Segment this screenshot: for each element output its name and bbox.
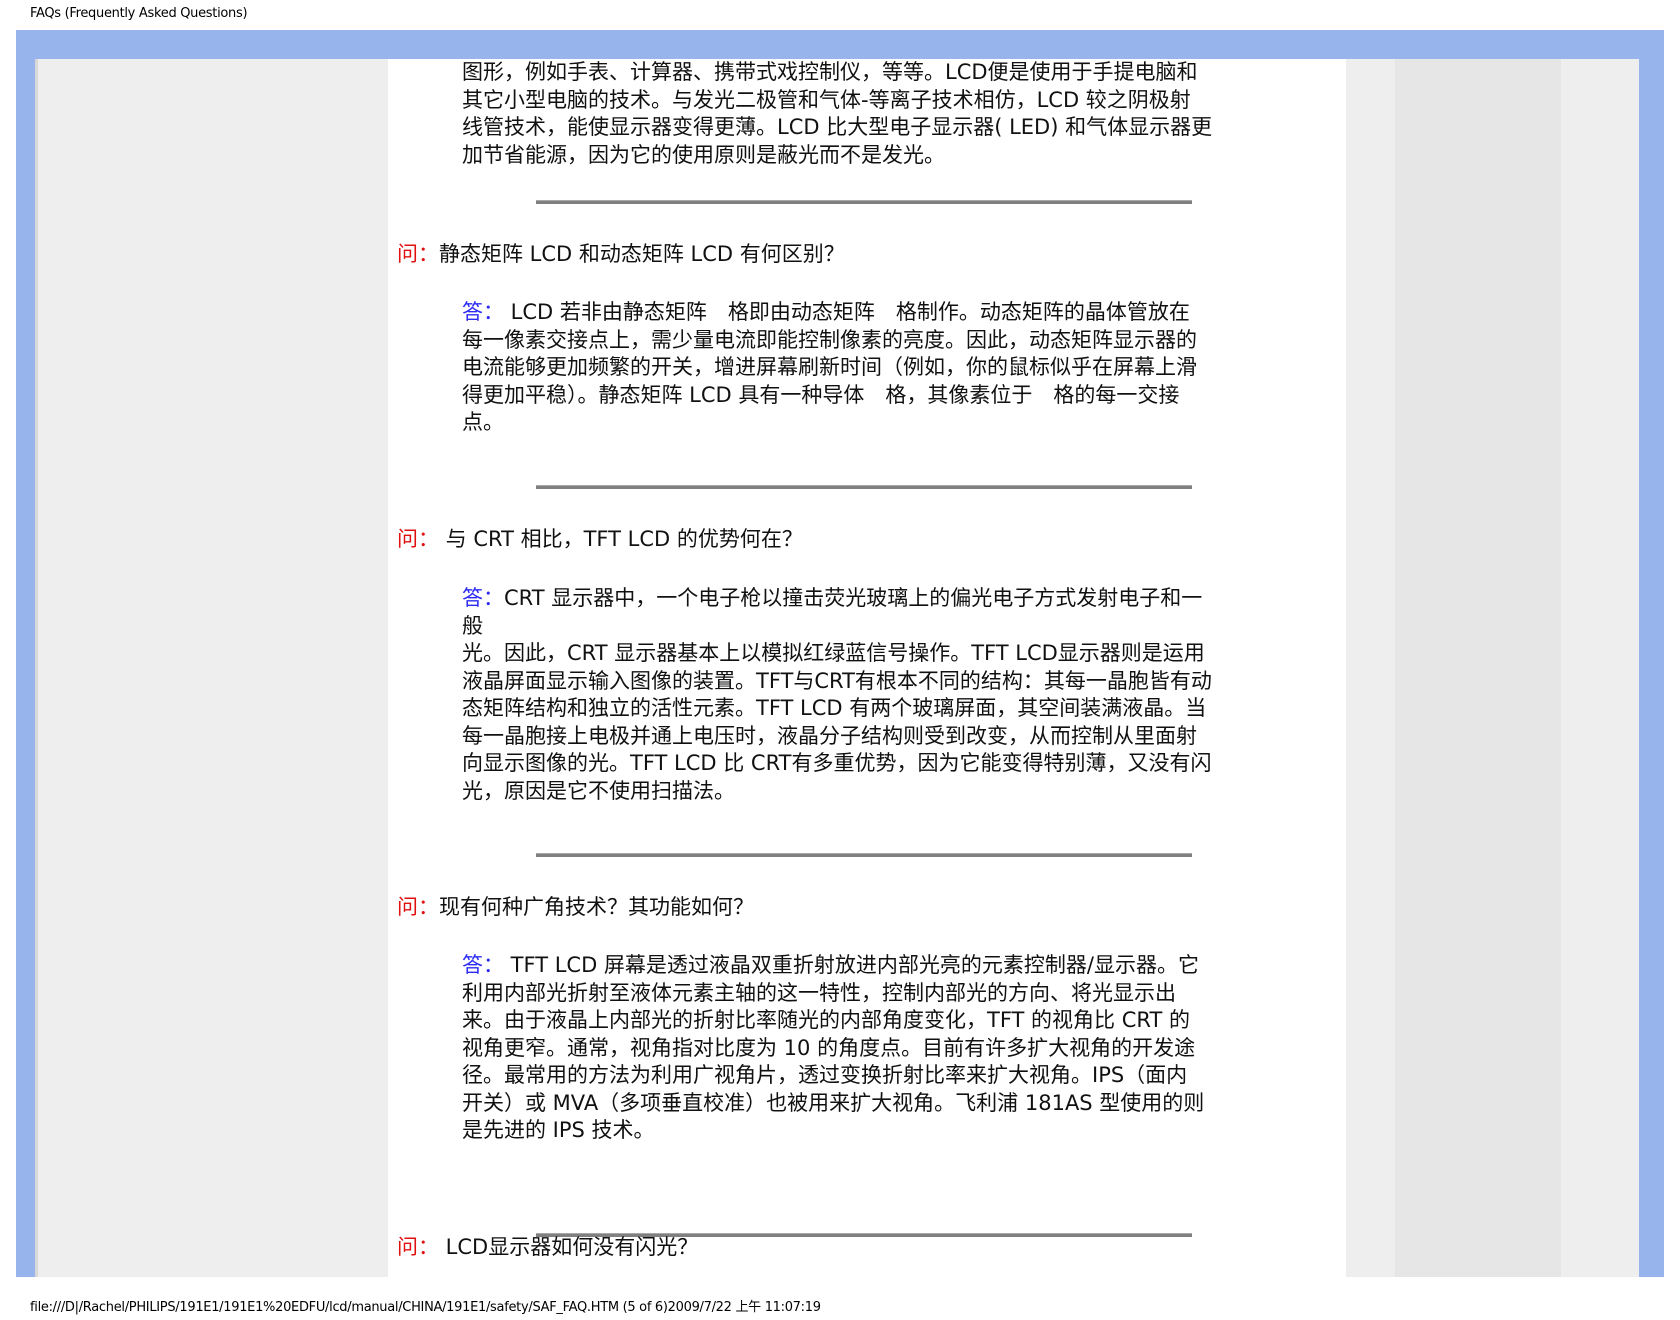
answer-text: LCD 若非由静态矩阵 格即由动态矩阵 格制作。动态矩阵的晶体管放在 bbox=[504, 300, 1190, 324]
text-line: 图形，例如手表、计算器、携带式戏控制仪，等等。LCD便是使用于手提电脑和 bbox=[462, 60, 1198, 84]
intro-paragraph: 图形，例如手表、计算器、携带式戏控制仪，等等。LCD便是使用于手提电脑和 其它小… bbox=[462, 59, 1272, 169]
text-line: 每一像素交接点上，需少量电流即能控制像素的亮度。因此，动态矩阵显示器的 bbox=[462, 327, 1197, 352]
question-label: 问： bbox=[397, 527, 439, 551]
text-line: 得更加平稳）。静态矩阵 LCD 具有一种导体 格，其像素位于 格的每一交接 bbox=[462, 382, 1180, 407]
text-line: 电流能够更加频繁的开关，增进屏幕刷新时间（例如，你的鼠标似乎在屏幕上滑 bbox=[462, 355, 1197, 379]
text-line: 其它小型电脑的技术。与发光二极管和气体-等离子技术相仿，LCD 较之阴极射 bbox=[462, 87, 1191, 112]
text-line: 点。 bbox=[462, 410, 504, 434]
question-text: 静态矩阵 LCD 和动态矩阵 LCD 有何区别？ bbox=[439, 242, 845, 266]
text-line: 来。由于液晶上内部光的折射比率随光的内部角度变化，TFT 的视角比 CRT 的 bbox=[462, 1008, 1190, 1032]
text-line: 液晶屏面显示输入图像的装置。TFT与CRT有根本不同的结构：其每一晶胞皆有动 bbox=[462, 668, 1212, 693]
answer-text: TFT LCD 屏幕是透过液晶双重折射放进内部光亮的元素控制器/显示器。它 bbox=[504, 953, 1199, 977]
right-margin-panel bbox=[1395, 59, 1561, 1277]
text-line: 态矩阵结构和独立的活性元素。TFT LCD 有两个玻璃屏面，其空间装满液晶。当 bbox=[462, 696, 1207, 720]
question-label: 问： bbox=[397, 242, 439, 266]
question-label: 问： bbox=[397, 1235, 439, 1259]
question-text: LCD显示器如何没有闪光？ bbox=[439, 1235, 699, 1259]
text-line: 般 bbox=[462, 613, 483, 638]
text-line: 径。最常用的方法为利用广视角片，透过变换折射比率来扩大视角。IPS（面内 bbox=[462, 1063, 1188, 1087]
text-line: 开关）或 MVA（多项垂直校准）也被用来扩大视角。飞利浦 181AS 型使用的则 bbox=[462, 1090, 1205, 1115]
answer-label: 答： bbox=[462, 300, 504, 324]
text-line: 是先进的 IPS 技术。 bbox=[462, 1118, 655, 1142]
answer-label: 答： bbox=[462, 586, 504, 610]
faq-answer: 答： TFT LCD 屏幕是透过液晶双重折射放进内部光亮的元素控制器/显示器。它… bbox=[462, 952, 1272, 1145]
text-line: 加节省能源，因为它的使用原则是蔽光而不是发光。 bbox=[462, 142, 945, 167]
text-line: 视角更窄。通常，视角指对比度为 10 的角度点。目前有许多扩大视角的开发途 bbox=[462, 1035, 1196, 1060]
text-line: 向显示图像的光。TFT LCD 比 CRT有多重优势，因为它能变得特别薄，又没有… bbox=[462, 751, 1212, 775]
section-divider bbox=[536, 853, 1192, 857]
faq-question: 问： 与 CRT 相比，TFT LCD 的优势何在？ bbox=[397, 526, 803, 554]
text-line: 光，原因是它不使用扫描法。 bbox=[462, 778, 735, 803]
print-header-title: FAQs (Frequently Asked Questions) bbox=[30, 6, 248, 21]
answer-label: 答： bbox=[462, 953, 504, 977]
section-divider bbox=[536, 200, 1192, 204]
print-footer-path: file:///D|/Rachel/PHILIPS/191E1/191E1%20… bbox=[30, 1300, 821, 1315]
text-line: 利用内部光折射至液体元素主轴的这一特性，控制内部光的方向、将光显示出 bbox=[462, 980, 1176, 1005]
faq-question: 问：静态矩阵 LCD 和动态矩阵 LCD 有何区别？ bbox=[397, 241, 845, 269]
frame-edge bbox=[35, 59, 38, 1277]
document-area: 图形，例如手表、计算器、携带式戏控制仪，等等。LCD便是使用于手提电脑和 其它小… bbox=[35, 59, 1639, 1277]
text-line: 线管技术，能使显示器变得更薄。LCD 比大型电子显示器( LED) 和气体显示器… bbox=[462, 115, 1213, 139]
text-line: 每一晶胞接上电极并通上电压时，液晶分子结构则受到改变，从而控制从里面射 bbox=[462, 723, 1197, 748]
question-text: 与 CRT 相比，TFT LCD 的优势何在？ bbox=[439, 527, 803, 551]
document-frame: 图形，例如手表、计算器、携带式戏控制仪，等等。LCD便是使用于手提电脑和 其它小… bbox=[16, 30, 1664, 1277]
page-body: 图形，例如手表、计算器、携带式戏控制仪，等等。LCD便是使用于手提电脑和 其它小… bbox=[388, 59, 1346, 1277]
text-line: 光。因此，CRT 显示器基本上以模拟红绿蓝信号操作。TFT LCD显示器则是运用 bbox=[462, 641, 1205, 665]
faq-question: 问： LCD显示器如何没有闪光？ bbox=[397, 1234, 698, 1262]
faq-question: 问：现有何种广角技术？其功能如何？ bbox=[397, 894, 754, 922]
section-divider bbox=[536, 485, 1192, 489]
faq-answer: 答： LCD 若非由静态矩阵 格即由动态矩阵 格制作。动态矩阵的晶体管放在 每一… bbox=[462, 299, 1272, 437]
answer-text: CRT 显示器中，一个电子枪以撞击荧光玻璃上的偏光电子方式发射电子和一 bbox=[504, 586, 1203, 610]
question-text: 现有何种广角技术？其功能如何？ bbox=[439, 895, 754, 919]
faq-answer: 答：CRT 显示器中，一个电子枪以撞击荧光玻璃上的偏光电子方式发射电子和一 般 … bbox=[462, 585, 1272, 805]
question-label: 问： bbox=[397, 895, 439, 919]
